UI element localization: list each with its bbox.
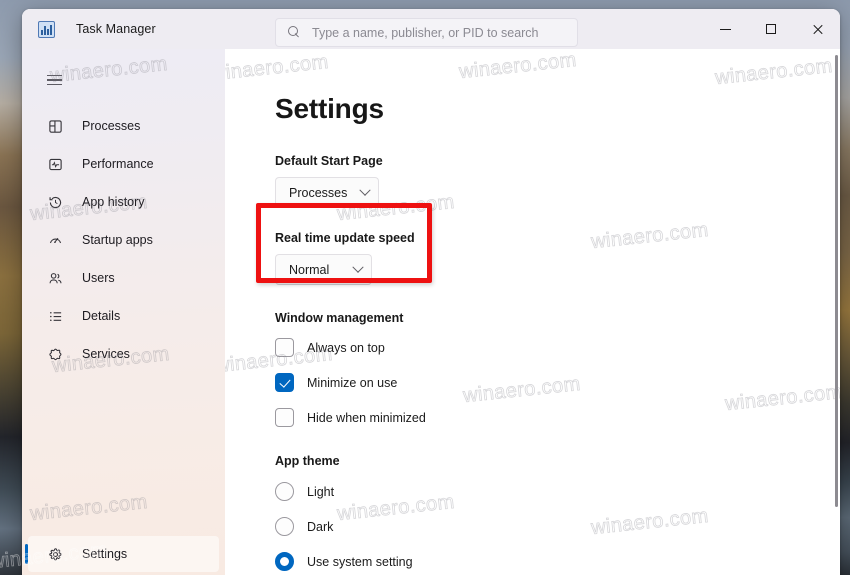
checkbox-label: Always on top — [307, 340, 385, 355]
page-title: Settings — [275, 93, 384, 124]
watermark: winaero.com — [225, 50, 330, 86]
radio-label: Light — [307, 484, 335, 499]
sidebar-item-users[interactable]: Users — [28, 260, 219, 296]
sidebar: Processes Performance App history Startu… — [22, 49, 225, 575]
sidebar-item-processes[interactable]: Processes — [28, 108, 219, 144]
sidebar-item-label: Details — [82, 309, 121, 323]
radio-dark[interactable] — [275, 517, 294, 536]
task-manager-chart-icon — [38, 20, 55, 38]
performance-icon — [46, 155, 64, 173]
window-body: Processes Performance App history Startu… — [22, 49, 840, 575]
radio-label: Use system setting — [307, 554, 413, 569]
chevron-down-icon — [359, 184, 372, 196]
rocket-gauge-icon — [46, 231, 64, 249]
radio-label: Dark — [307, 519, 334, 534]
users-icon — [46, 269, 64, 287]
hamburger-menu-icon[interactable] — [34, 61, 74, 99]
app-theme-label: App theme — [275, 454, 340, 468]
window-management-label: Window management — [275, 311, 404, 325]
vertical-scrollbar[interactable] — [835, 55, 838, 507]
sidebar-item-label: Services — [82, 347, 130, 361]
services-gear-icon — [46, 345, 64, 363]
sidebar-item-details[interactable]: Details — [28, 298, 219, 334]
checkbox-row-hide-when-minimized[interactable]: Hide when minimized — [275, 404, 840, 431]
minimize-button[interactable] — [702, 9, 748, 49]
default-start-page-section: Default Start Page Processes — [275, 154, 840, 208]
search-icon — [288, 26, 301, 39]
close-icon — [812, 24, 823, 35]
history-clock-icon — [46, 193, 64, 211]
radio-use-system-setting[interactable] — [275, 552, 294, 571]
settings-content: Settings Default Start Page Processes Re… — [225, 49, 840, 575]
maximize-button[interactable] — [748, 9, 794, 49]
sidebar-item-label: Startup apps — [82, 233, 153, 247]
sidebar-item-services[interactable]: Services — [28, 336, 219, 372]
sidebar-item-label: Performance — [82, 157, 154, 171]
default-start-page-label: Default Start Page — [275, 154, 383, 168]
radio-row-use-system-setting[interactable]: Use system setting — [275, 548, 840, 575]
checkbox-row-always-on-top[interactable]: Always on top — [275, 334, 840, 361]
checkbox-row-minimize-on-use[interactable]: Minimize on use — [275, 369, 840, 396]
app-title: Task Manager — [76, 22, 156, 36]
window-management-section: Window management Always on top Minimize… — [275, 311, 840, 431]
default-start-page-value: Processes — [289, 185, 348, 200]
radio-row-dark[interactable]: Dark — [275, 513, 840, 540]
title-bar: Task Manager — [22, 9, 840, 49]
watermark: winaero.com — [458, 49, 578, 84]
sidebar-item-label: App history — [82, 195, 145, 209]
checkbox-hide-when-minimized[interactable] — [275, 408, 294, 427]
sidebar-item-settings[interactable]: Settings — [25, 536, 219, 572]
sidebar-item-app-history[interactable]: App history — [28, 184, 219, 220]
list-details-icon — [46, 307, 64, 325]
checkbox-label: Minimize on use — [307, 375, 398, 390]
red-highlight-annotation — [256, 203, 432, 283]
search-input[interactable] — [312, 25, 577, 40]
processes-icon — [46, 117, 64, 135]
sidebar-item-label: Processes — [82, 119, 141, 133]
desktop-background: winaero.com Task Manager — [0, 0, 850, 575]
checkbox-always-on-top[interactable] — [275, 338, 294, 357]
radio-light[interactable] — [275, 482, 294, 501]
checkbox-minimize-on-use[interactable] — [275, 373, 294, 392]
window-controls — [702, 9, 840, 49]
gear-icon — [46, 545, 64, 563]
minimize-icon — [719, 28, 731, 30]
close-button[interactable] — [794, 9, 840, 49]
search-box[interactable] — [275, 18, 578, 47]
sidebar-item-performance[interactable]: Performance — [28, 146, 219, 182]
watermark: winaero.com — [714, 54, 834, 90]
sidebar-item-startup-apps[interactable]: Startup apps — [28, 222, 219, 258]
sidebar-item-label: Settings — [82, 547, 128, 561]
sidebar-nav: Processes Performance App history Startu… — [22, 107, 225, 373]
task-manager-window: Task Manager Type a name, publisher, or … — [22, 9, 840, 575]
radio-row-light[interactable]: Light — [275, 478, 840, 505]
checkbox-label: Hide when minimized — [307, 410, 426, 425]
sidebar-item-label: Users — [82, 271, 115, 285]
app-theme-section: App theme Light Dark Use system setting — [275, 454, 840, 575]
maximize-icon — [766, 24, 776, 34]
